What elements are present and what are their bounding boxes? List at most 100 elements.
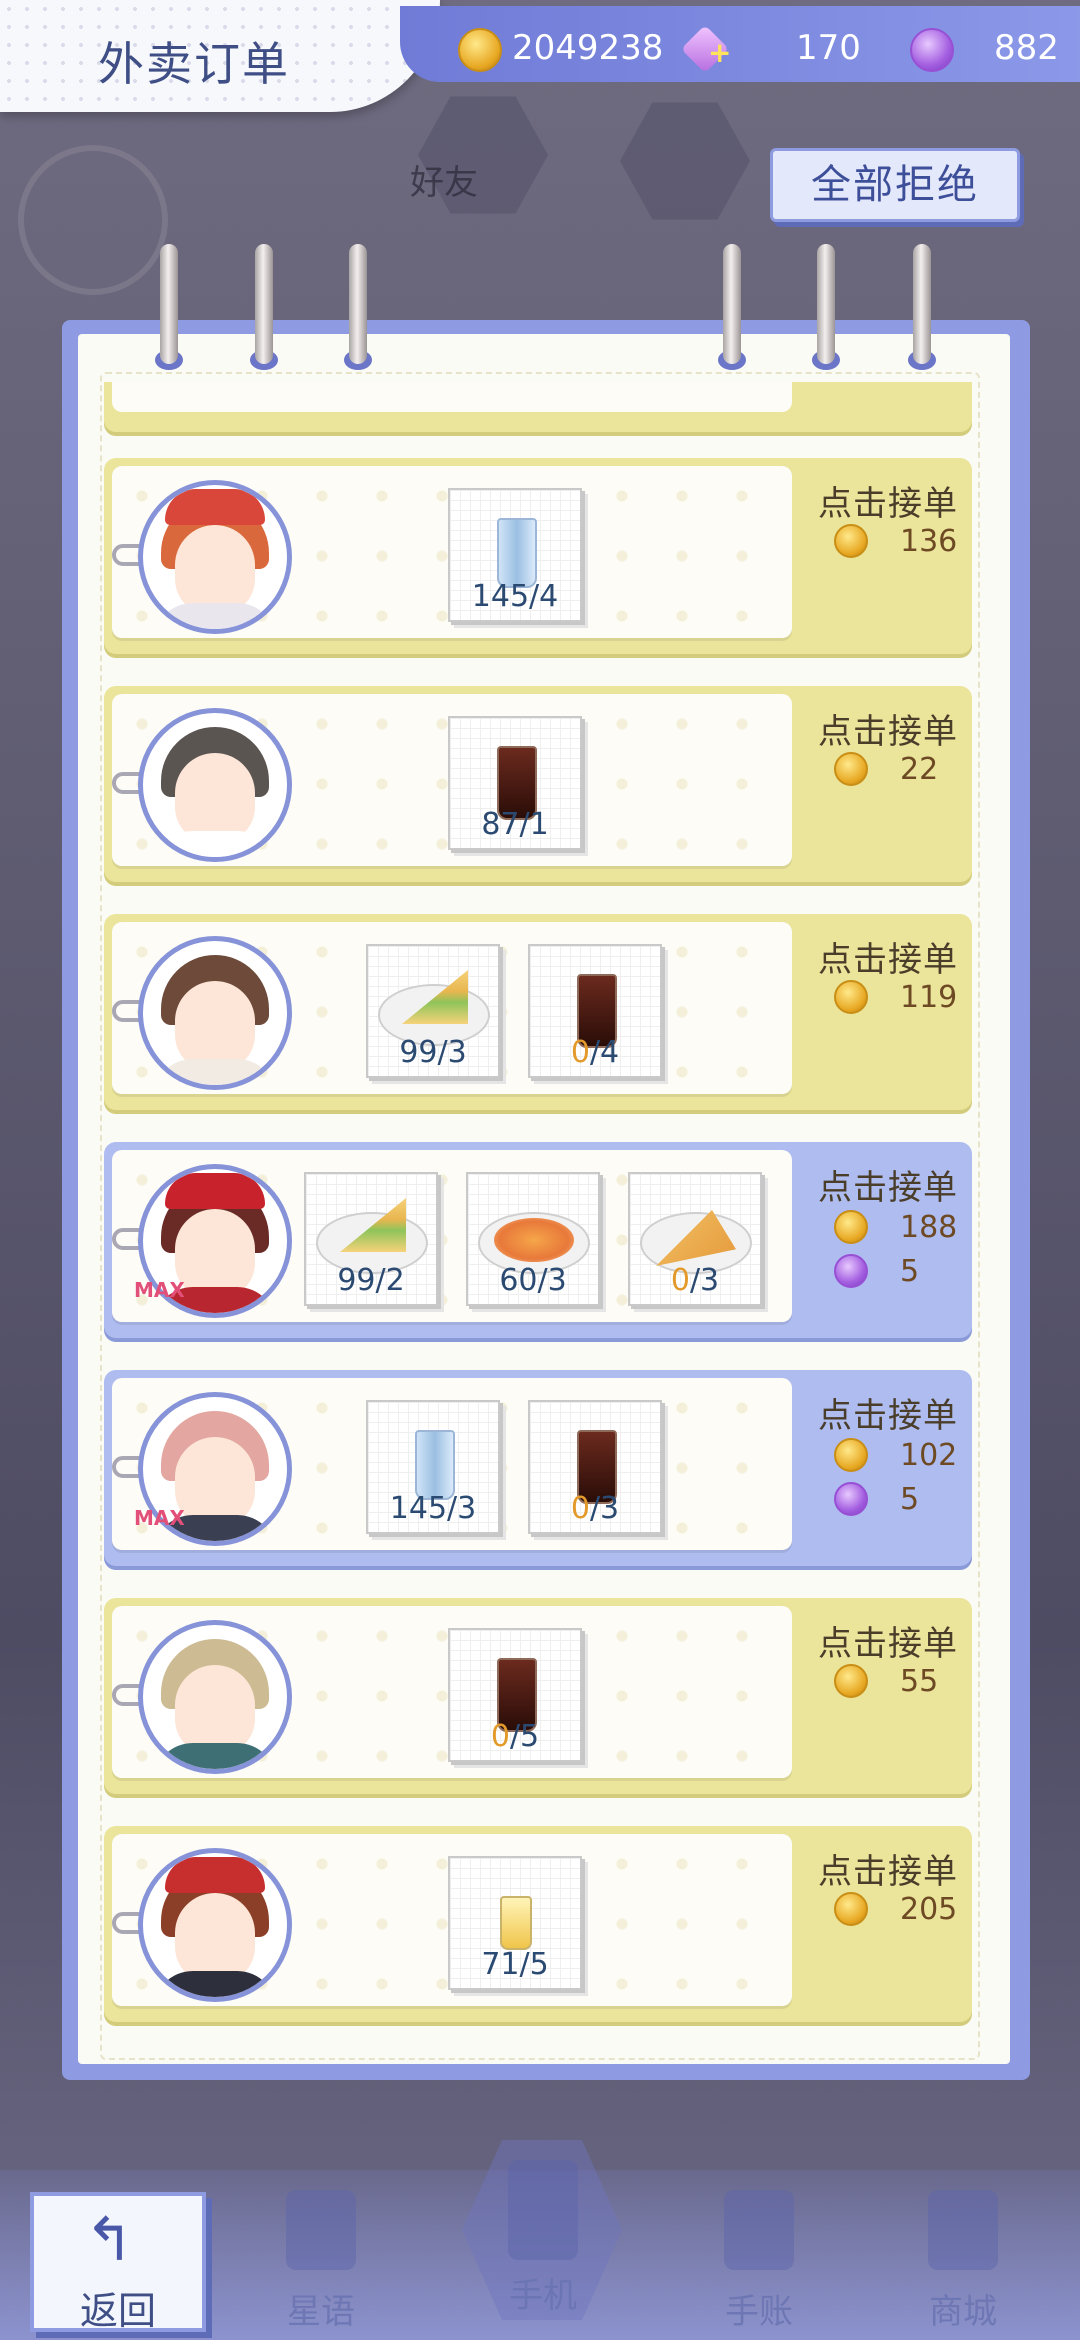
nav-phone[interactable]: 手机 — [468, 2150, 618, 2316]
order-card[interactable]: 99/3 0/4 点击接单 119 — [104, 914, 972, 1110]
order-card-body: 99/3 0/4 — [112, 922, 792, 1094]
food-item-water: 145/4 — [448, 488, 582, 622]
item-stock-count: 0/3 — [570, 1491, 620, 1526]
order-card-body: 71/5 — [112, 1834, 792, 2006]
order-card[interactable]: MAX 99/2 60/3 0/3 点击接单 188 5 — [104, 1142, 972, 1338]
avatar-body — [153, 1059, 277, 1085]
avatar-face — [175, 981, 255, 1071]
item-stock-count: 99/3 — [399, 1035, 467, 1070]
phone-icon — [508, 2160, 578, 2260]
item-stock-have: 0 — [570, 1491, 590, 1526]
avatar-hat — [165, 1857, 265, 1893]
nav-journal-label: 手账 — [725, 2292, 793, 2332]
reject-all-button[interactable]: 全部拒绝 — [770, 148, 1020, 222]
item-stock-count: 145/4 — [471, 579, 559, 614]
coin-reward: 102 — [834, 1438, 964, 1478]
avatar-face — [175, 1893, 255, 1983]
gem-icon — [834, 1482, 868, 1516]
customer-avatar — [138, 1848, 292, 2002]
background-clock-ring — [18, 145, 168, 295]
accept-order-button[interactable]: 点击接单 — [804, 1844, 972, 1893]
order-card[interactable]: 145/4 点击接单 136 — [104, 458, 972, 654]
item-stock-count: 0/5 — [490, 1719, 540, 1754]
accept-order-button[interactable]: 点击接单 — [804, 932, 972, 981]
coin-reward-value: 102 — [900, 1438, 958, 1473]
add-diamond-plus-icon[interactable]: + — [708, 36, 731, 69]
juice-glass-icon — [500, 1896, 532, 1950]
binder-ring — [160, 244, 178, 364]
order-card-body: MAX 145/3 0/3 — [112, 1378, 792, 1550]
order-card[interactable]: 71/5 点击接单 205 — [104, 1826, 972, 2022]
avatar-face — [175, 1209, 255, 1299]
avatar-face — [175, 1665, 255, 1755]
coin-reward-value: 188 — [900, 1210, 958, 1245]
gem-amount: 882 — [994, 28, 1059, 68]
avatar-body — [153, 1743, 277, 1769]
accept-order-button[interactable]: 点击接单 — [804, 704, 972, 753]
food-item-water: 145/3 — [366, 1400, 500, 1534]
diamond-amount: 170 — [796, 28, 861, 68]
accept-order-button[interactable]: 点击接单 — [804, 1160, 972, 1209]
order-card-body: 145/4 — [112, 466, 792, 638]
gem-reward-value: 5 — [900, 1482, 920, 1517]
nav-journal[interactable]: 手账 — [684, 2180, 834, 2332]
food-item-cola: 0/3 — [528, 1400, 662, 1534]
max-badge: MAX — [134, 1278, 185, 1302]
avatar-body — [153, 831, 277, 857]
order-card-body: 0/5 — [112, 1606, 792, 1778]
order-card-body: 87/1 — [112, 694, 792, 866]
food-item-pasta: 60/3 — [466, 1172, 600, 1306]
nav-shop[interactable]: 商城 — [888, 2180, 1038, 2332]
coin-reward: 188 — [834, 1210, 964, 1250]
coin-reward-value: 55 — [900, 1664, 939, 1699]
avatar-body — [153, 1971, 277, 1997]
binder-ring — [349, 244, 367, 364]
nav-starwords[interactable]: 星语 — [246, 2180, 396, 2332]
order-card[interactable]: MAX 145/3 0/3 点击接单 102 5 — [104, 1370, 972, 1566]
gem-reward-value: 5 — [900, 1254, 920, 1289]
gem-reward: 5 — [834, 1254, 964, 1294]
accept-order-button[interactable]: 点击接单 — [804, 476, 972, 525]
food-item-sandwich: 99/3 — [366, 944, 500, 1078]
order-card-partial-inner — [112, 382, 792, 412]
customer-avatar — [138, 708, 292, 862]
coin-icon — [834, 524, 868, 558]
order-card[interactable]: 0/5 点击接单 55 — [104, 1598, 972, 1794]
coin-reward-value: 22 — [900, 752, 939, 787]
order-card[interactable]: 87/1 点击接单 22 — [104, 686, 972, 882]
coin-icon — [834, 1892, 868, 1926]
binder-ring — [255, 244, 273, 364]
coin-icon — [834, 752, 868, 786]
customer-avatar — [138, 936, 292, 1090]
title-tab: 外卖订单 — [0, 0, 440, 112]
coin-icon — [834, 980, 868, 1014]
item-stock-have: 0 — [670, 1263, 690, 1298]
background-friends-label: 好友 — [410, 163, 478, 203]
item-stock-count: 0/3 — [670, 1263, 720, 1298]
avatar-hat — [165, 1173, 265, 1209]
back-button[interactable]: ↰ 返回 — [30, 2192, 206, 2333]
order-card-body: MAX 99/2 60/3 0/3 — [112, 1150, 792, 1322]
nav-phone-label: 手机 — [509, 2276, 577, 2316]
coin-reward: 119 — [834, 980, 964, 1020]
water-glass-icon — [415, 1430, 455, 1500]
avatar-face — [175, 753, 255, 843]
accept-order-button[interactable]: 点击接单 — [804, 1616, 972, 1665]
back-label: 返回 — [79, 2289, 156, 2333]
coin-amount: 2049238 — [512, 28, 664, 68]
coin-icon — [834, 1664, 868, 1698]
binder-ring — [723, 244, 741, 364]
coin-reward-value: 205 — [900, 1892, 958, 1927]
food-item-pizza: 0/3 — [628, 1172, 762, 1306]
page-title: 外卖订单 — [98, 37, 290, 91]
accept-order-button[interactable]: 点击接单 — [804, 1388, 972, 1437]
binder-ring — [913, 244, 931, 364]
water-glass-icon — [497, 518, 537, 588]
coin-icon — [834, 1438, 868, 1472]
back-arrow-icon: ↰ — [84, 2205, 135, 2275]
gem-icon[interactable] — [910, 28, 954, 72]
gem-icon — [834, 1254, 868, 1288]
item-stock-count: 145/3 — [389, 1491, 477, 1526]
item-stock-count: 71/5 — [481, 1947, 549, 1982]
avatar-face — [175, 1437, 255, 1527]
